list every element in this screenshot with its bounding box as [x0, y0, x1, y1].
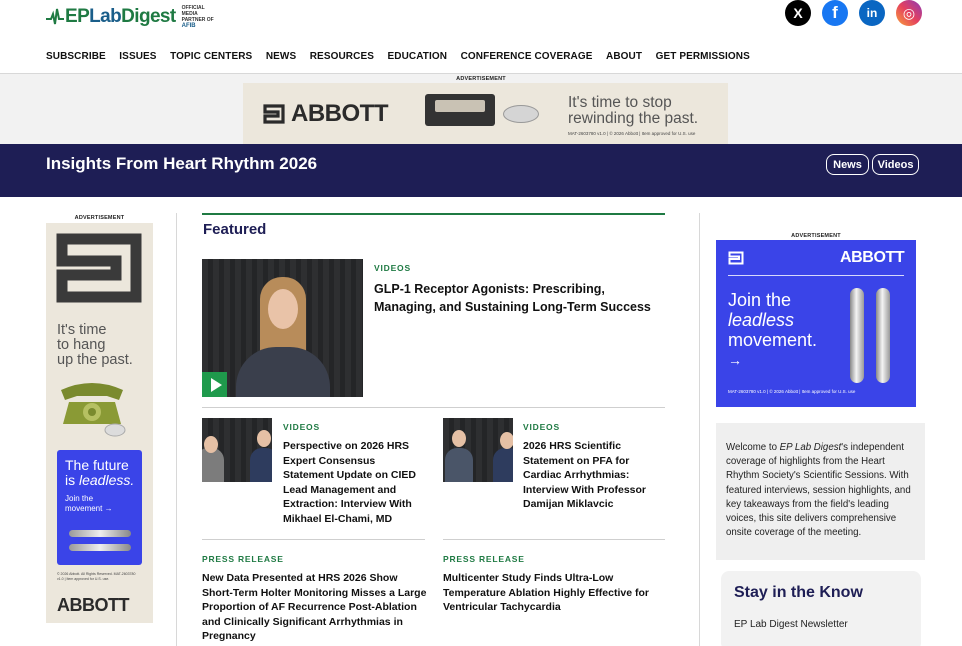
- video-thumbnail[interactable]: [443, 418, 513, 482]
- ad-label: ADVERTISEMENT: [456, 76, 506, 82]
- linkedin-icon[interactable]: in: [859, 0, 885, 26]
- left-skyscraper-ad[interactable]: It's time to hang up the past. The futur…: [46, 223, 153, 623]
- divider: [728, 275, 904, 276]
- card-headline[interactable]: 2026 HRS Scientific Statement on PFA for…: [523, 439, 668, 512]
- person-face: [268, 289, 298, 329]
- device-image: [69, 530, 131, 537]
- logo-wordmark: EPLabDigest: [65, 6, 176, 27]
- nav-news[interactable]: NEWS: [266, 51, 296, 62]
- nav-about[interactable]: ABOUT: [606, 51, 642, 62]
- abbott-mark-icon: [263, 104, 285, 124]
- nav-issues[interactable]: ISSUES: [119, 51, 156, 62]
- cassette-tape-image: [425, 94, 495, 126]
- left-ad-tagline: It's time to hang up the past.: [57, 322, 133, 368]
- abbott-wordmark: ABBOTT: [840, 249, 905, 266]
- newsletter-box: Stay in the Know EP Lab Digest Newslette…: [721, 571, 921, 646]
- abbott-wordmark: ABBOTT: [57, 595, 130, 615]
- instagram-icon[interactable]: ◎: [896, 0, 922, 26]
- rotary-phone-image: [61, 383, 126, 437]
- right-ad-tagline: Join the leadless movement.: [728, 290, 818, 350]
- divider: [202, 539, 425, 540]
- device-image: [876, 288, 890, 383]
- video-thumbnail[interactable]: [202, 418, 272, 482]
- nav-resources[interactable]: RESOURCES: [310, 51, 374, 62]
- column-divider: [699, 213, 700, 646]
- card-category[interactable]: VIDEOS: [283, 422, 320, 432]
- videos-pill-button[interactable]: Videos: [872, 154, 919, 175]
- abbott-mark-icon: [728, 251, 744, 265]
- site-logo[interactable]: EPLabDigest OFFICIAL MEDIA PARTNER OF AF…: [46, 4, 216, 30]
- press-category[interactable]: PRESS RELEASE: [202, 554, 284, 564]
- left-ad-fineprint: © 2026 Abbott. All Rights Reserved. MAT-…: [57, 572, 136, 581]
- featured-heading: Featured: [203, 221, 267, 238]
- right-ad-fineprint: MAT-2603780 v1.0 | © 2026 Abbott | Item …: [728, 389, 856, 394]
- logo-partner-badge: OFFICIAL MEDIA PARTNER OF AFIB: [181, 5, 214, 29]
- top-ad-fineprint: MAT-2603780 v1.0 | © 2026 Abbott | Item …: [568, 131, 696, 136]
- ad-label: ADVERTISEMENT: [74, 215, 125, 221]
- monitor-device-image: [503, 105, 539, 123]
- press-category[interactable]: PRESS RELEASE: [443, 554, 525, 564]
- divider: [202, 407, 665, 408]
- abbott-mark-icon: [56, 233, 142, 303]
- featured-category[interactable]: VIDEOS: [374, 263, 411, 273]
- facebook-icon[interactable]: f: [822, 0, 848, 26]
- nav-subscribe[interactable]: SUBSCRIBE: [46, 51, 106, 62]
- nav-topic-centers[interactable]: TOPIC CENTERS: [170, 51, 252, 62]
- banner-title: Insights From Heart Rhythm 2026: [46, 154, 318, 173]
- divider: [443, 539, 665, 540]
- press-headline[interactable]: Multicenter Study Finds Ultra-Low Temper…: [443, 571, 658, 615]
- news-pill-button[interactable]: News: [826, 154, 869, 175]
- device-image: [69, 544, 131, 551]
- right-ad-banner[interactable]: ABBOTT Join the leadless movement. → MAT…: [716, 240, 916, 407]
- featured-rule: [202, 213, 665, 215]
- main-nav: SUBSCRIBE ISSUES TOPIC CENTERS NEWS RESO…: [46, 51, 750, 62]
- ad-label: ADVERTISEMENT: [791, 233, 841, 239]
- left-ad-blue-panel: The future is leadless. Join the movement …: [57, 450, 142, 565]
- column-divider: [176, 213, 177, 646]
- nav-conference-coverage[interactable]: CONFERENCE COVERAGE: [461, 51, 593, 62]
- pulse-icon: [46, 8, 64, 25]
- newsletter-subtitle: EP Lab Digest Newsletter: [734, 619, 848, 630]
- top-ad-tagline: It's time to stop rewinding the past.: [568, 94, 699, 127]
- card-headline[interactable]: Perspective on 2026 HRS Expert Consensus…: [283, 439, 428, 527]
- welcome-text: Welcome to EP Lab Digest's independent c…: [726, 442, 911, 539]
- device-image: [850, 288, 864, 383]
- top-ad-banner[interactable]: ABBOTT It's time to stop rewinding the p…: [243, 83, 728, 144]
- section-banner: Insights From Heart Rhythm 2026 News Vid…: [0, 144, 962, 197]
- abbott-logo: ABBOTT: [263, 100, 388, 128]
- nav-education[interactable]: EDUCATION: [387, 51, 447, 62]
- play-icon[interactable]: [202, 372, 227, 397]
- top-ad-region: ADVERTISEMENT ABBOTT It's time to stop r…: [0, 74, 962, 144]
- welcome-box: Welcome to EP Lab Digest's independent c…: [716, 423, 925, 560]
- site-header: EPLabDigest OFFICIAL MEDIA PARTNER OF AF…: [0, 0, 962, 74]
- press-headline[interactable]: New Data Presented at HRS 2026 Show Shor…: [202, 571, 427, 644]
- featured-video-thumbnail[interactable]: [202, 259, 363, 397]
- card-category[interactable]: VIDEOS: [523, 422, 560, 432]
- nav-get-permissions[interactable]: GET PERMISSIONS: [656, 51, 750, 62]
- x-icon[interactable]: X: [785, 0, 811, 26]
- arrow-right-icon: →: [728, 352, 742, 368]
- featured-headline[interactable]: GLP-1 Receptor Agonists: Prescribing, Ma…: [374, 280, 664, 316]
- newsletter-title: Stay in the Know: [734, 584, 863, 601]
